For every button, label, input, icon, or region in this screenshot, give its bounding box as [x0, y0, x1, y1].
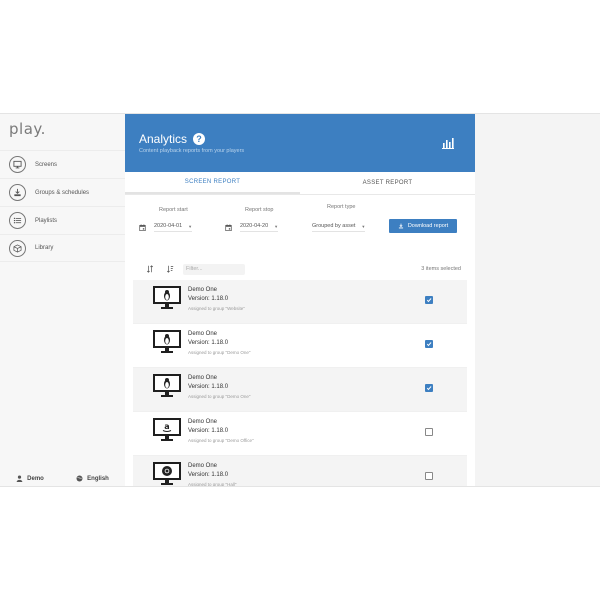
sidebar-item-label: Screens	[35, 161, 58, 168]
app-window: play. Screens Groups & schedules Playlis…	[0, 113, 600, 487]
player-name: Demo One	[188, 419, 218, 425]
player-checkbox[interactable]	[425, 384, 433, 392]
list-toolbar: Filter... 3 items selected	[125, 264, 475, 276]
player-row[interactable]: Demo One Version: 1.18.0 Assigned to gro…	[133, 280, 467, 324]
player-group: Assigned to group "Hall"	[188, 482, 237, 487]
bar-chart-icon	[442, 138, 454, 149]
calendar-icon	[139, 224, 146, 231]
player-name: Demo One	[188, 463, 218, 469]
sidebar-item-label: Playlists	[35, 217, 58, 224]
right-pane	[475, 114, 600, 486]
player-checkbox[interactable]	[425, 340, 433, 348]
sort-order-icon[interactable]	[166, 265, 174, 273]
sidebar-nav: Screens Groups & schedules Playlists Lib…	[0, 150, 125, 262]
chevron-down-icon: ▼	[274, 223, 279, 229]
player-version: Version: 1.18.0	[188, 384, 229, 390]
app-logo[interactable]: play.	[9, 120, 46, 138]
main-content: Analytics ? Content playback reports fro…	[125, 114, 475, 487]
player-name: Demo One	[188, 331, 218, 337]
monitor-icon	[9, 156, 26, 173]
sidebar-item-groups-schedules[interactable]: Groups & schedules	[0, 178, 125, 206]
language-label: English	[87, 475, 109, 482]
report-start-label: Report start	[159, 207, 188, 213]
linux-player-icon	[153, 374, 181, 397]
user-name: Demo	[27, 475, 44, 482]
player-checkbox[interactable]	[425, 472, 433, 480]
player-group: Assigned to group "Website"	[188, 306, 245, 311]
filter-input[interactable]: Filter...	[183, 264, 245, 275]
player-group: Assigned to group "Demo Office"	[188, 438, 254, 443]
sidebar-item-library[interactable]: Library	[0, 234, 125, 262]
page-subtitle: Content playback reports from your playe…	[139, 148, 245, 154]
player-version: Version: 1.18.0	[188, 340, 229, 346]
player-version: Version: 1.18.0	[188, 472, 229, 478]
player-version: Version: 1.18.0	[188, 296, 229, 302]
report-tabs: SCREEN REPORT ASSET REPORT	[125, 172, 475, 195]
player-row[interactable]: a Demo One Version: 1.18.0 Assigned to g…	[133, 412, 467, 456]
report-start-picker[interactable]: 2020-04-01 ▼	[139, 223, 193, 232]
checkmark-icon	[426, 298, 432, 303]
sidebar-item-label: Groups & schedules	[35, 189, 90, 196]
box-icon	[9, 239, 26, 257]
report-stop-field[interactable]: 2020-04-20 ▼	[240, 223, 279, 232]
sidebar-item-label: Library	[35, 245, 54, 251]
player-row[interactable]: Demo One Version: 1.18.0 Assigned to gro…	[133, 324, 467, 368]
player-name: Demo One	[188, 287, 218, 293]
report-controls: Report start 2020-04-01 ▼ Report stop 20…	[125, 204, 475, 244]
report-stop-picker[interactable]: 2020-04-20 ▼	[225, 223, 279, 232]
user-icon	[16, 475, 23, 482]
page-title-wrap: Analytics ?	[139, 132, 206, 146]
report-type-select[interactable]: Grouped by asset ▼	[312, 223, 366, 232]
checkmark-icon	[426, 342, 432, 347]
sidebar-item-playlists[interactable]: Playlists	[0, 206, 125, 234]
chevron-down-icon: ▼	[361, 223, 366, 229]
user-menu[interactable]: Demo	[16, 475, 44, 482]
amazon-player-icon: a	[153, 418, 181, 441]
player-checkbox[interactable]	[425, 296, 433, 304]
checkmark-icon	[426, 386, 432, 391]
chrome-player-icon	[153, 462, 181, 485]
report-type-value: Grouped by asset	[312, 223, 356, 229]
sidebar: play. Screens Groups & schedules Playlis…	[0, 114, 125, 486]
report-start-field[interactable]: 2020-04-01 ▼	[154, 223, 193, 232]
linux-player-icon	[153, 286, 181, 309]
tab-screen-report[interactable]: SCREEN REPORT	[125, 172, 300, 194]
svg-text:a: a	[164, 422, 169, 431]
help-icon[interactable]: ?	[193, 133, 206, 145]
sidebar-item-screens[interactable]: Screens	[0, 150, 125, 178]
download-icon	[398, 223, 403, 229]
selected-count: 3 items selected	[421, 266, 461, 272]
chevron-down-icon: ▼	[188, 223, 193, 229]
player-group: Assigned to group "Demo One"	[188, 350, 251, 355]
player-name: Demo One	[188, 375, 218, 381]
sort-icon[interactable]	[146, 265, 154, 273]
report-stop-label: Report stop	[245, 207, 274, 213]
tab-asset-report[interactable]: ASSET REPORT	[300, 172, 475, 194]
report-type-label: Report type	[327, 204, 356, 210]
download-report-button[interactable]: Download report	[389, 219, 457, 233]
globe-icon	[76, 475, 83, 482]
page-title: Analytics	[139, 132, 188, 146]
download-report-label: Download report	[407, 223, 449, 229]
report-stop-value: 2020-04-20	[240, 223, 269, 229]
download-icon	[9, 184, 26, 201]
player-row[interactable]: Demo One Version: 1.18.0 Assigned to gro…	[133, 368, 467, 412]
list-icon	[9, 212, 26, 229]
page-header: Analytics ? Content playback reports fro…	[125, 114, 475, 172]
player-row[interactable]: Demo One Version: 1.18.0 Assigned to gro…	[133, 456, 467, 487]
player-group: Assigned to group "Demo One"	[188, 394, 251, 399]
calendar-icon	[225, 224, 232, 231]
player-list: Demo One Version: 1.18.0 Assigned to gro…	[133, 280, 467, 487]
linux-player-icon	[153, 330, 181, 353]
report-start-value: 2020-04-01	[154, 223, 183, 229]
language-menu[interactable]: English	[76, 475, 109, 482]
report-type-field[interactable]: Grouped by asset ▼	[312, 223, 366, 232]
sidebar-footer: Demo English	[0, 475, 125, 482]
player-checkbox[interactable]	[425, 428, 433, 436]
player-version: Version: 1.18.0	[188, 428, 229, 434]
